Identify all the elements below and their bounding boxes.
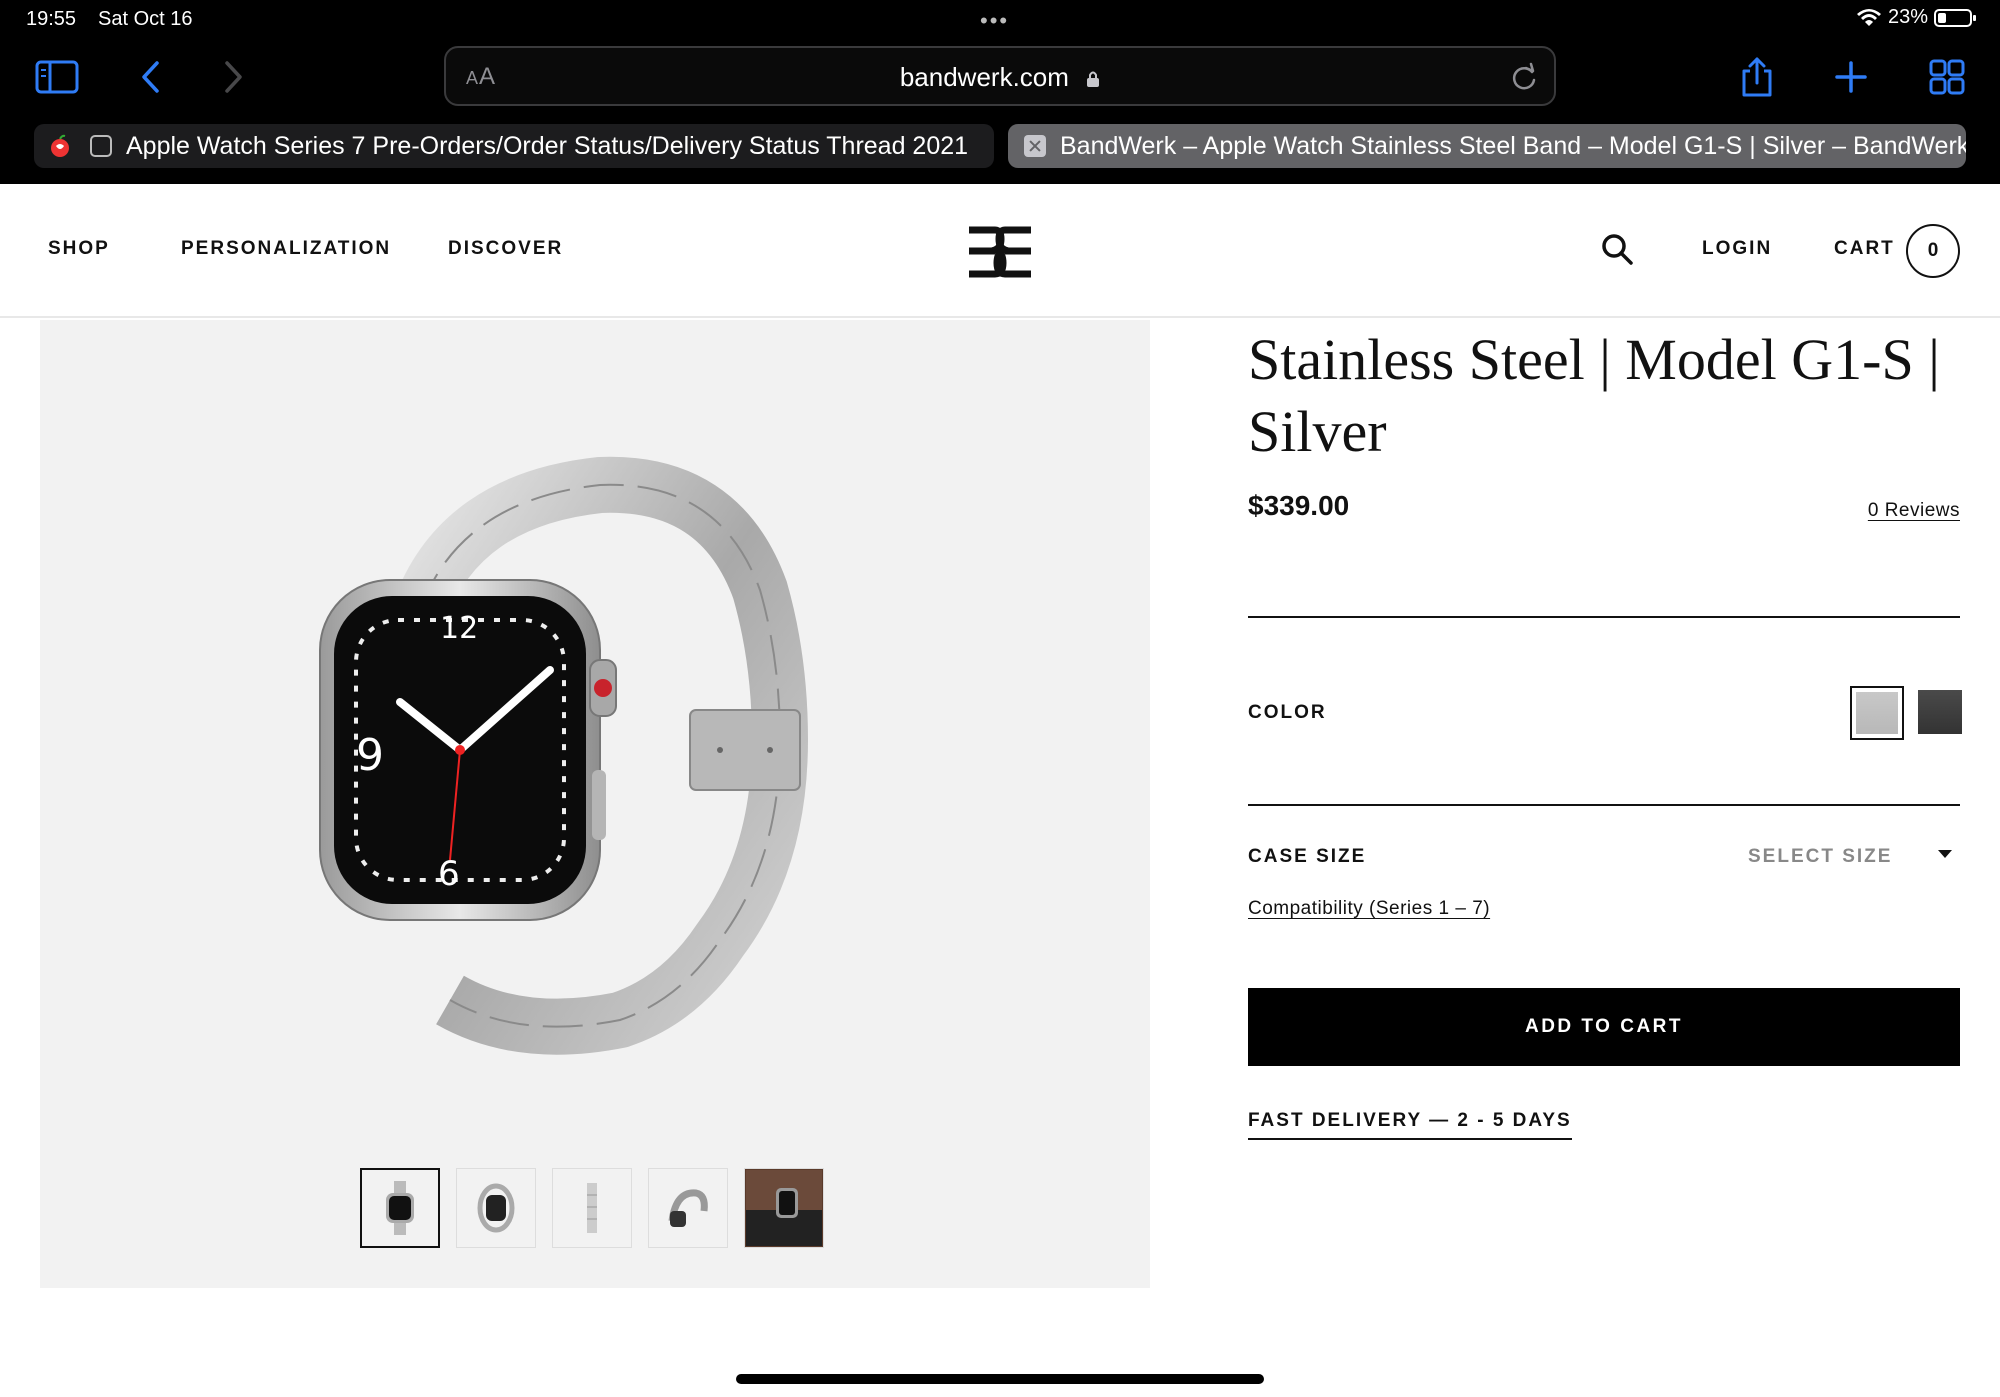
product-price: $339.00 — [1248, 490, 1350, 521]
svg-text:6: 6 — [438, 854, 460, 894]
case-size-label: CASE SIZE — [1248, 846, 1367, 867]
watch-favicon-icon — [90, 135, 112, 157]
close-tab-icon[interactable] — [1024, 135, 1046, 157]
color-label: COLOR — [1248, 702, 1327, 723]
tab-title: Apple Watch Series 7 Pre-Orders/Order St… — [126, 131, 969, 160]
forward-icon[interactable] — [210, 54, 256, 100]
case-size-select[interactable]: SELECT SIZE — [1748, 846, 1892, 868]
thumbnail-1[interactable] — [360, 1168, 440, 1248]
tab-macrumors[interactable]: Apple Watch Series 7 Pre-Orders/Order St… — [34, 124, 994, 168]
chevron-down-icon[interactable] — [1938, 850, 1952, 858]
price-row: $339.00 0 Reviews — [1248, 490, 1960, 530]
url-text[interactable]: bandwerk.com — [446, 62, 1554, 93]
home-indicator[interactable] — [736, 1374, 1264, 1384]
apple-favicon-icon — [51, 134, 69, 157]
reviews-link[interactable]: 0 Reviews — [1868, 500, 1960, 522]
svg-text:9: 9 — [356, 730, 384, 781]
add-to-cart-button[interactable]: ADD TO CART — [1248, 988, 1960, 1066]
product-info: Stainless Steel | Model G1-S | Silver $3… — [1248, 320, 1962, 1140]
status-time: 19:55 — [26, 8, 77, 30]
new-tab-icon[interactable] — [1828, 54, 1874, 100]
color-swatch-silver[interactable] — [1850, 686, 1904, 740]
tab-bandwerk[interactable]: BandWerk – Apple Watch Stainless Steel B… — [1008, 124, 1966, 168]
thumbnail-2[interactable] — [456, 1168, 536, 1248]
nav-shop[interactable]: SHOP — [48, 238, 110, 260]
thumbnail-strip — [360, 1168, 824, 1248]
address-bar[interactable]: AA bandwerk.com — [444, 46, 1556, 106]
back-icon[interactable] — [128, 54, 174, 100]
bandwerk-logo[interactable] — [965, 226, 1035, 278]
multitasking-dots-icon[interactable]: ••• — [980, 8, 1009, 34]
search-icon[interactable] — [1600, 232, 1634, 266]
cart-link[interactable]: CART — [1834, 238, 1895, 260]
product-title: Stainless Steel | Model G1-S | Silver — [1248, 327, 1940, 464]
thumbnail-4[interactable] — [648, 1168, 728, 1248]
svg-text:12: 12 — [440, 611, 478, 646]
sidebar-icon[interactable] — [34, 54, 80, 100]
product-gallery: 12 9 6 — [40, 320, 1150, 1288]
battery-icon — [1934, 8, 1976, 27]
reload-icon[interactable] — [1510, 62, 1538, 92]
login-link[interactable]: LOGIN — [1702, 238, 1772, 260]
wifi-icon — [1856, 8, 1881, 26]
product-image[interactable]: 12 9 6 — [300, 440, 920, 1060]
battery-percent: 23% — [1887, 6, 1928, 28]
lock-icon — [1087, 71, 1100, 87]
compatibility-link[interactable]: Compatibility (Series 1 – 7) — [1248, 898, 1490, 920]
thumbnail-5[interactable] — [744, 1168, 824, 1248]
tab-title: BandWerk – Apple Watch Stainless Steel B… — [1060, 131, 1966, 160]
divider — [1248, 804, 1960, 806]
status-date: Sat Oct 16 — [98, 8, 193, 30]
status-right: 23% — [1856, 6, 1978, 29]
divider — [1248, 616, 1960, 618]
share-icon[interactable] — [1734, 54, 1780, 100]
thumbnail-3[interactable] — [552, 1168, 632, 1248]
site-header: SHOP PERSONALIZATION DISCOVER LOGIN CART… — [0, 184, 2000, 318]
cart-count-badge[interactable]: 0 — [1906, 224, 1960, 278]
browser-chrome: 19:55 Sat Oct 16 ••• 23% AA bandwerk.com — [0, 0, 2000, 184]
nav-personalization[interactable]: PERSONALIZATION — [181, 238, 391, 260]
color-swatch-black[interactable] — [1918, 690, 1962, 734]
tab-overview-icon[interactable] — [1924, 54, 1970, 100]
fast-delivery-link[interactable]: FAST DELIVERY — 2 - 5 DAYS — [1248, 1110, 1572, 1140]
nav-discover[interactable]: DISCOVER — [448, 238, 563, 260]
